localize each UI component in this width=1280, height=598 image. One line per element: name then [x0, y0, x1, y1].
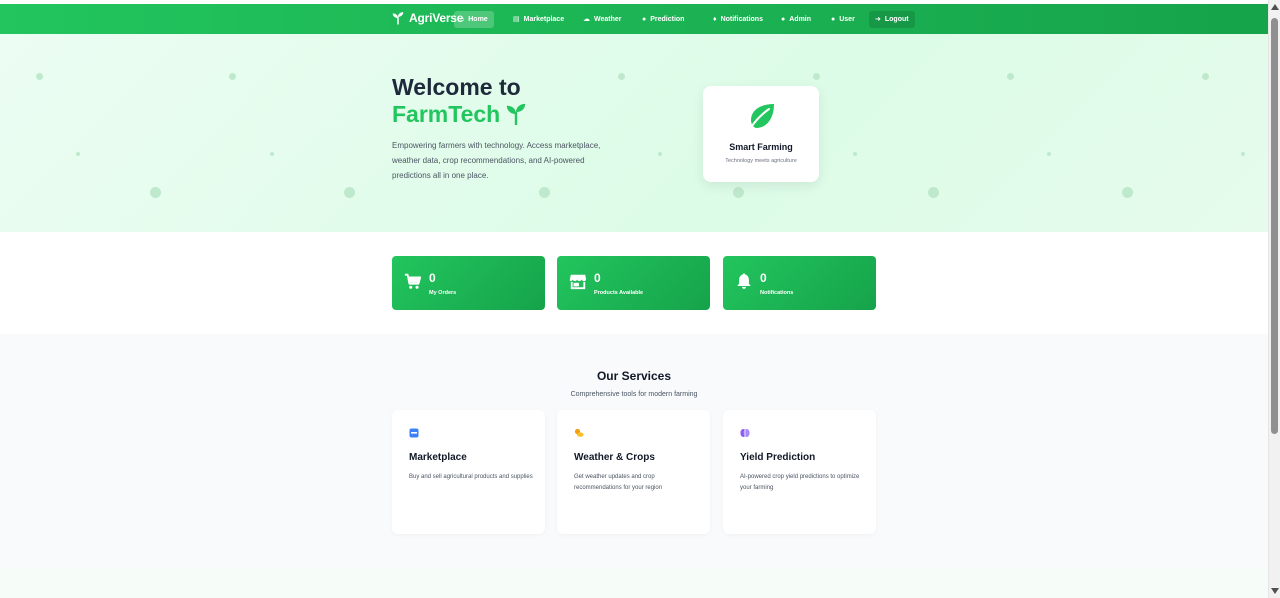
decor-dot: [1007, 73, 1014, 80]
hero-section: Welcome to FarmTech Empowering farmers w…: [0, 34, 1268, 232]
nav-weather-label: Weather: [594, 16, 622, 23]
leaf-icon: [749, 104, 774, 130]
decor-dot: [1122, 187, 1133, 198]
nav-home[interactable]: ⌂ Home: [454, 11, 494, 28]
sprout-icon: [392, 12, 404, 25]
bell-icon: ♦: [713, 16, 717, 23]
service-description: Buy and sell agricultural products and s…: [409, 474, 533, 480]
nav-marketplace[interactable]: ▤ Marketplace: [507, 11, 570, 28]
decor-dot: [270, 152, 274, 156]
nav-weather[interactable]: ☁ Weather: [577, 11, 628, 28]
nav-prediction[interactable]: ● Prediction: [636, 11, 690, 28]
stat-label: Products Available: [594, 290, 644, 296]
service-title: Weather & Crops: [574, 452, 655, 463]
smart-farming-subtitle: Technology meets agriculture: [725, 158, 797, 164]
cart-icon: [404, 273, 422, 289]
user-icon: ●: [831, 16, 836, 23]
store-icon: [409, 428, 419, 438]
stat-label: My Orders: [429, 290, 457, 296]
nav-admin-label: Admin: [789, 16, 812, 23]
nav-user-label: User: [839, 16, 855, 23]
brand-logo[interactable]: AgriVerse: [391, 11, 463, 25]
decor-dot: [928, 187, 939, 198]
top-navbar: AgriVerse ⌂ Home ▤ Marketplace ☁ Weather…: [0, 4, 1268, 34]
brain-icon: [740, 429, 750, 437]
decor-dot: [1047, 152, 1051, 156]
service-card-weather[interactable]: Weather & Crops Get weather updates and …: [557, 410, 710, 534]
decor-dot: [150, 187, 161, 198]
stats-section: 0 My Orders 0 Products Available 0 Notif…: [0, 232, 1268, 334]
logout-label: Logout: [884, 16, 909, 23]
decor-dot: [344, 187, 355, 198]
decor-dot: [1202, 73, 1209, 80]
decor-dot: [618, 73, 625, 80]
home-icon: ⌂: [460, 16, 465, 23]
decor-dot: [36, 73, 43, 80]
scroll-up-arrow-icon[interactable]: [1271, 4, 1279, 10]
brain-icon: ●: [642, 16, 647, 23]
service-description: AI-powered crop yield predictions to opt…: [740, 474, 860, 491]
stat-card-orders[interactable]: 0 My Orders: [392, 256, 545, 310]
nav-marketplace-label: Marketplace: [523, 16, 565, 23]
nav-admin[interactable]: ● Admin: [775, 11, 817, 28]
store-icon: ▤: [513, 16, 520, 23]
services-subtitle: Comprehensive tools for modern farming: [570, 391, 698, 398]
service-title: Yield Prediction: [740, 452, 816, 463]
bell-icon: [737, 273, 751, 289]
hero-title: Welcome to FarmTech: [392, 74, 528, 128]
service-card-yield[interactable]: Yield Prediction AI-powered crop yield p…: [723, 410, 876, 534]
service-description: Get weather updates and crop recommendat…: [574, 474, 663, 491]
decor-dot: [658, 152, 662, 156]
hero-title-line1: Welcome to: [392, 74, 521, 100]
scroll-down-arrow-icon[interactable]: [1271, 588, 1279, 594]
stat-value: 0: [594, 271, 601, 285]
service-title: Marketplace: [409, 452, 467, 463]
decor-dot: [853, 152, 857, 156]
decor-dot: [539, 187, 550, 198]
scrollbar-thumb[interactable]: [1271, 18, 1278, 434]
service-card-marketplace[interactable]: Marketplace Buy and sell agricultural pr…: [392, 410, 545, 534]
cloud-sun-icon: [574, 428, 584, 437]
nav-prediction-label: Prediction: [650, 16, 685, 23]
hero-title-line2: FarmTech: [392, 101, 501, 127]
stat-value: 0: [429, 271, 436, 285]
decor-dot: [1241, 152, 1245, 156]
sprout-icon: [507, 103, 526, 125]
smart-farming-title: Smart Farming: [729, 142, 793, 152]
cloud-sun-icon: ☁: [583, 16, 590, 23]
nav-home-label: Home: [468, 16, 488, 23]
users-icon: ●: [781, 16, 786, 23]
decor-dot: [76, 152, 80, 156]
decor-dot: [229, 73, 236, 80]
stat-card-products[interactable]: 0 Products Available: [557, 256, 710, 310]
logout-icon: ➜: [875, 16, 881, 23]
page-scrollbar[interactable]: [1268, 0, 1280, 598]
nav-notifications-label: Notifications: [720, 16, 763, 23]
nav-user[interactable]: ● User: [825, 11, 861, 28]
decor-dot: [733, 187, 744, 198]
services-title: Our Services: [596, 369, 672, 383]
decor-dot: [813, 73, 820, 80]
hero-description: Empowering farmers with technology. Acce…: [392, 141, 601, 180]
page: AgriVerse ⌂ Home ▤ Marketplace ☁ Weather…: [0, 0, 1268, 598]
stat-value: 0: [760, 271, 767, 285]
next-section-edge: [0, 568, 1268, 598]
stat-card-notifications[interactable]: 0 Notifications: [723, 256, 876, 310]
smart-farming-card: Smart Farming Technology meets agricultu…: [703, 86, 819, 182]
services-section: Our Services Comprehensive tools for mod…: [0, 334, 1268, 568]
logout-button[interactable]: ➜ Logout: [869, 11, 915, 28]
nav-notifications[interactable]: ♦ Notifications: [707, 11, 769, 28]
stat-label: Notifications: [760, 290, 794, 296]
store-icon: [569, 274, 587, 290]
